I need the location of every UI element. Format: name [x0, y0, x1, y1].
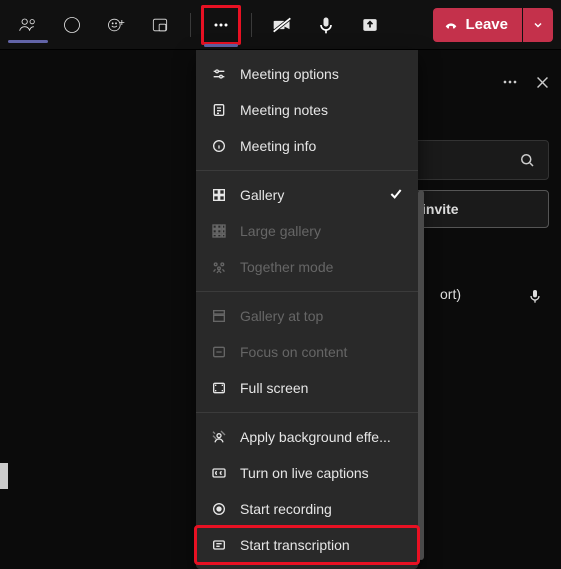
gallery-top-icon: [210, 307, 228, 325]
transcription-icon: [210, 536, 228, 554]
menu-separator: [196, 291, 418, 292]
menu-live-captions[interactable]: Turn on live captions: [196, 455, 418, 491]
menu-label: Turn on live captions: [240, 465, 369, 481]
people-button[interactable]: [8, 5, 48, 45]
more-actions-menu: Meeting options Meeting notes Meeting in…: [196, 50, 418, 569]
share-invite-button[interactable]: invite: [409, 190, 549, 228]
camera-button[interactable]: [262, 5, 302, 45]
meeting-toolbar: Leave: [0, 0, 561, 50]
menu-start-recording[interactable]: Start recording: [196, 491, 418, 527]
mic-button[interactable]: [306, 5, 346, 45]
record-icon: [210, 500, 228, 518]
menu-label: Meeting options: [240, 66, 339, 82]
search-input[interactable]: [409, 140, 549, 180]
menu-meeting-notes[interactable]: Meeting notes: [196, 92, 418, 128]
more-actions-button[interactable]: [201, 5, 241, 45]
toolbar-separator: [251, 13, 252, 37]
panel-close-icon[interactable]: [534, 74, 551, 96]
menu-label: Gallery at top: [240, 308, 323, 324]
search-icon: [518, 151, 536, 169]
menu-apply-background[interactable]: Apply background effe...: [196, 419, 418, 455]
menu-label: Large gallery: [240, 223, 321, 239]
gallery-icon: [210, 186, 228, 204]
toolbar-separator: [190, 13, 191, 37]
menu-separator: [196, 412, 418, 413]
focus-icon: [210, 343, 228, 361]
participant-name-fragment: ort): [440, 286, 461, 302]
captions-icon: [210, 464, 228, 482]
menu-focus-content: Focus on content: [196, 334, 418, 370]
large-gallery-icon: [210, 222, 228, 240]
rooms-button[interactable]: [140, 5, 180, 45]
menu-label: Meeting info: [240, 138, 316, 154]
reactions-button[interactable]: [96, 5, 136, 45]
menu-label: Start transcription: [240, 537, 350, 553]
menu-meeting-options[interactable]: Meeting options: [196, 56, 418, 92]
chat-button[interactable]: [52, 5, 92, 45]
menu-label: Full screen: [240, 380, 308, 396]
fullscreen-icon: [210, 379, 228, 397]
participant-mic-icon: [527, 288, 543, 309]
together-icon: [210, 258, 228, 276]
menu-separator: [196, 170, 418, 171]
video-tile-edge: [0, 463, 8, 489]
menu-meeting-info[interactable]: Meeting info: [196, 128, 418, 164]
leave-button[interactable]: Leave: [433, 8, 522, 42]
leave-label: Leave: [465, 16, 508, 33]
menu-start-transcription[interactable]: Start transcription: [196, 527, 418, 563]
info-icon: [210, 137, 228, 155]
menu-label: Together mode: [240, 259, 333, 275]
background-icon: [210, 428, 228, 446]
menu-full-screen[interactable]: Full screen: [196, 370, 418, 406]
menu-label: Gallery: [240, 187, 284, 203]
menu-label: Start recording: [240, 501, 332, 517]
check-icon: [388, 186, 404, 205]
menu-together-mode: Together mode: [196, 249, 418, 285]
menu-scrollbar[interactable]: [418, 190, 424, 560]
menu-large-gallery: Large gallery: [196, 213, 418, 249]
menu-label: Apply background effe...: [240, 429, 391, 445]
invite-label: invite: [422, 201, 459, 217]
panel-header: [500, 72, 551, 97]
menu-gallery[interactable]: Gallery: [196, 177, 418, 213]
menu-gallery-at-top: Gallery at top: [196, 298, 418, 334]
sliders-icon: [210, 65, 228, 83]
share-button[interactable]: [350, 5, 390, 45]
menu-label: Focus on content: [240, 344, 347, 360]
leave-dropdown[interactable]: [523, 8, 553, 42]
panel-more-icon[interactable]: [500, 72, 520, 97]
menu-label: Meeting notes: [240, 102, 328, 118]
notes-icon: [210, 101, 228, 119]
